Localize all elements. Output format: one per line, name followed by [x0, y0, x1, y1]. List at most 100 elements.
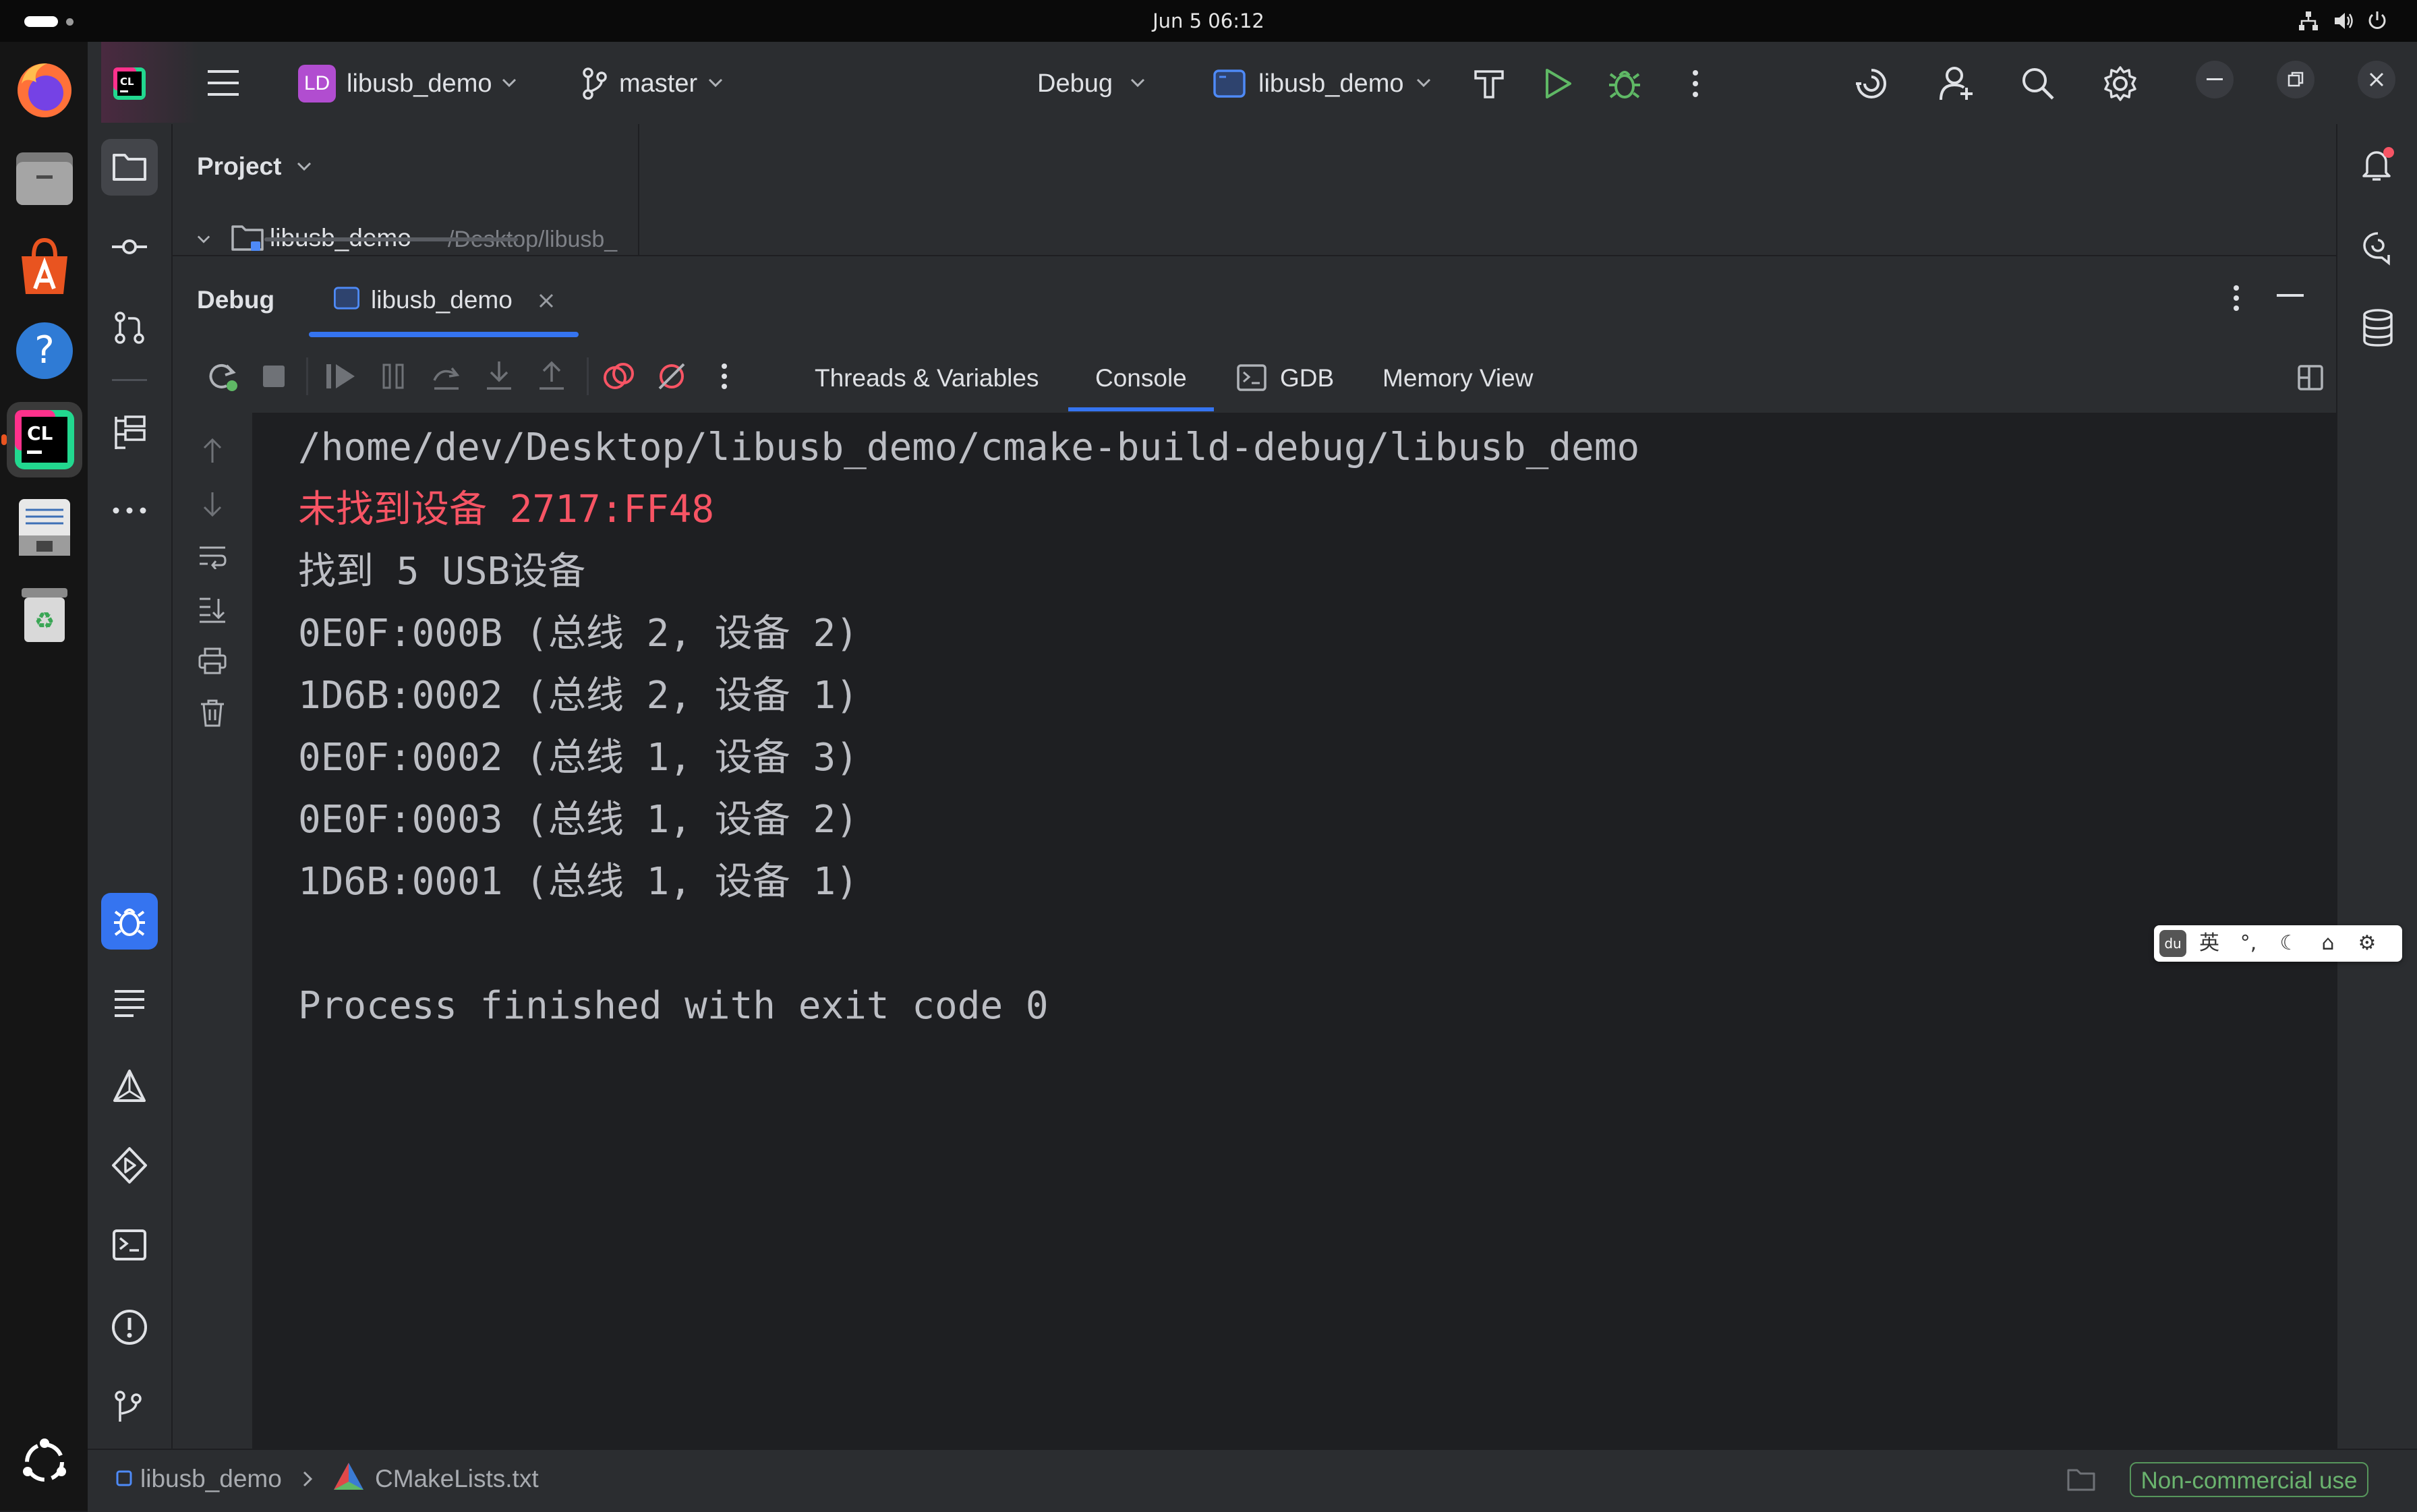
clion-logo-icon[interactable]: CL — [112, 66, 147, 101]
system-clock[interactable]: Jun 5 06:12 — [1146, 7, 1271, 35]
project-badge[interactable]: LD — [298, 65, 336, 103]
files-icon[interactable] — [12, 146, 77, 210]
debug-session-tab-label[interactable]: libusb_demo — [371, 283, 513, 317]
clear-all-icon[interactable] — [200, 699, 225, 727]
hide-panel-icon[interactable] — [2277, 294, 2304, 298]
notifications-bell-icon[interactable] — [2360, 146, 2395, 183]
main-menu-icon[interactable] — [206, 67, 240, 98]
layout-settings-icon[interactable] — [2297, 364, 2324, 391]
folder-icon[interactable] — [2066, 1467, 2096, 1492]
license-badge[interactable]: Non-commercial use — [2130, 1462, 2368, 1497]
build-hammer-icon[interactable] — [1473, 67, 1505, 100]
workspace-dot[interactable] — [66, 18, 74, 26]
structure-icon[interactable] — [112, 414, 147, 452]
more-debug-actions-icon[interactable] — [718, 361, 731, 391]
ime-punctuation-toggle[interactable]: °, — [2235, 930, 2262, 957]
mute-breakpoints-icon[interactable] — [657, 361, 687, 391]
tab-threads-variables[interactable]: Threads & Variables — [815, 361, 1039, 395]
folder-icon — [113, 154, 146, 181]
activities-indicator[interactable] — [24, 16, 58, 27]
volume-icon[interactable] — [2332, 9, 2355, 32]
tab-memory-view[interactable]: Memory View — [1382, 361, 1533, 395]
more-actions-icon[interactable] — [1689, 67, 1702, 100]
rerun-icon[interactable] — [206, 360, 239, 392]
ime-skin-icon[interactable]: ⌂ — [2314, 930, 2341, 957]
run-config-mode[interactable]: Debug — [1037, 67, 1113, 100]
ime-settings-icon[interactable]: ⚙ — [2354, 930, 2381, 957]
run-target-label[interactable]: libusb_demo — [1258, 67, 1403, 100]
chevron-down-icon[interactable] — [297, 162, 312, 171]
close-tab-icon[interactable] — [538, 293, 554, 309]
run-icon[interactable] — [1543, 67, 1573, 100]
scroll-to-end-icon[interactable] — [198, 596, 227, 623]
cmake-icon[interactable] — [112, 1068, 147, 1103]
pause-icon[interactable] — [382, 363, 405, 390]
ai-chat-icon[interactable] — [2360, 231, 2398, 266]
branch-icon[interactable] — [581, 66, 608, 100]
show-apps-icon[interactable] — [19, 1436, 70, 1488]
console-line: 0E0F:0003 (总线 1, 设备 2) — [298, 798, 858, 842]
run-services-icon[interactable] — [111, 1146, 148, 1184]
debug-window-title: Debug — [197, 286, 275, 314]
console-line: 0E0F:000B (总线 2, 设备 2) — [298, 612, 858, 656]
help-icon[interactable]: ? — [12, 318, 77, 383]
debug-bug-icon[interactable] — [1608, 66, 1641, 101]
chevron-down-icon[interactable] — [708, 78, 723, 88]
ime-language-toggle[interactable]: 英 — [2196, 930, 2223, 957]
text-editor-icon[interactable] — [12, 495, 77, 560]
resume-icon[interactable] — [325, 363, 356, 390]
vcs-branch-label[interactable]: master — [619, 67, 697, 100]
git-icon[interactable] — [112, 1389, 147, 1424]
scroll-up-icon[interactable] — [201, 437, 224, 464]
toolbar-divider — [587, 357, 589, 395]
settings-gear-icon[interactable] — [2101, 65, 2139, 103]
console-output[interactable]: /home/dev/Desktop/libusb_demo/cmake-buil… — [254, 413, 2336, 1449]
services-list-icon[interactable] — [113, 989, 146, 1018]
search-icon[interactable] — [2020, 66, 2056, 101]
project-pane-title[interactable]: Project — [197, 150, 281, 183]
tab-gdb[interactable]: GDB — [1280, 361, 1334, 395]
view-breakpoints-icon[interactable] — [603, 361, 635, 391]
tab-console[interactable]: Console — [1095, 361, 1187, 395]
console-line: 1D6B:0002 (总线 2, 设备 1) — [298, 674, 858, 718]
svg-text:♻: ♻ — [34, 608, 55, 635]
commit-icon[interactable] — [111, 232, 148, 262]
trash-icon[interactable]: ♻ — [12, 581, 77, 646]
dock-running-indicator — [1, 434, 7, 445]
svg-text:CL: CL — [27, 422, 53, 444]
ime-logo-icon[interactable]: du — [2159, 930, 2186, 957]
breadcrumb-project[interactable]: libusb_demo — [140, 1462, 282, 1496]
chevron-down-icon[interactable] — [1130, 78, 1145, 88]
stripe-divider — [112, 379, 147, 381]
step-into-icon[interactable] — [484, 360, 514, 391]
project-selector-label[interactable]: libusb_demo — [347, 67, 492, 100]
database-icon[interactable] — [2362, 309, 2394, 347]
toolbar-divider — [306, 357, 308, 395]
moon-icon[interactable]: ☾ — [2275, 930, 2302, 957]
horizontal-scrollbar[interactable] — [264, 237, 518, 241]
app-center-icon[interactable] — [12, 233, 77, 298]
power-icon[interactable] — [2366, 9, 2389, 32]
scroll-down-icon[interactable] — [201, 491, 224, 518]
more-options-icon[interactable] — [2230, 283, 2243, 313]
chevron-down-icon[interactable] — [1416, 78, 1431, 88]
problems-icon[interactable] — [111, 1308, 148, 1346]
soft-wrap-icon[interactable] — [198, 545, 227, 569]
tree-expand-icon[interactable] — [197, 235, 210, 244]
pull-requests-icon[interactable] — [112, 310, 147, 345]
firefox-icon[interactable] — [12, 57, 77, 121]
chevron-down-icon[interactable] — [502, 78, 517, 88]
add-user-icon[interactable] — [1938, 65, 1976, 103]
clion-icon[interactable]: CL — [12, 407, 77, 472]
more-tools-icon[interactable] — [111, 506, 148, 515]
print-icon[interactable] — [198, 647, 227, 674]
terminal-icon[interactable] — [112, 1229, 147, 1261]
run-target-icon — [334, 287, 359, 310]
step-over-icon[interactable] — [432, 361, 461, 391]
step-out-icon[interactable] — [537, 360, 566, 391]
ai-assistant-icon[interactable] — [1853, 66, 1890, 101]
gdb-console-icon — [1237, 364, 1266, 391]
stop-icon[interactable] — [262, 364, 286, 388]
network-icon[interactable] — [2297, 9, 2320, 32]
breadcrumb-file[interactable]: CMakeLists.txt — [375, 1462, 539, 1496]
